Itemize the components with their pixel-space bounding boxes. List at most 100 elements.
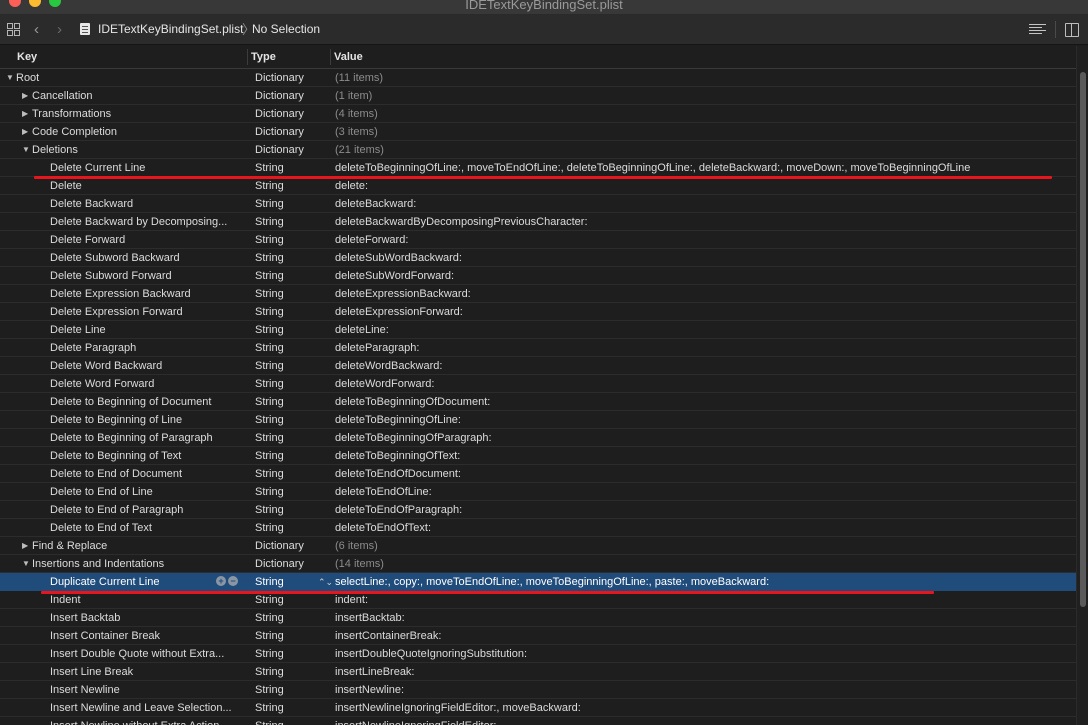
type-cell[interactable]: Dictionary (255, 87, 325, 105)
key-cell[interactable]: ▶ Transformations (22, 105, 260, 123)
table-row[interactable]: Insert Container Break String insertContai… (0, 627, 1076, 645)
table-row[interactable]: Delete to End of Document String deleteToE… (0, 465, 1076, 483)
table-row[interactable]: Delete to End of Paragraph String deleteTo… (0, 501, 1076, 519)
table-row[interactable]: ▶ Code Completion Dictionary (3 items) (0, 123, 1076, 141)
table-row[interactable]: Delete Subword Forward String deleteSubWor… (0, 267, 1076, 285)
key-cell[interactable]: Insert Newline and Leave Selection... (50, 699, 288, 717)
key-cell[interactable]: Insert Line Break (50, 663, 288, 681)
value-cell[interactable]: deleteExpressionForward: (335, 303, 1070, 321)
key-cell[interactable]: Insert Newline (50, 681, 288, 699)
table-row[interactable]: Delete Backward String deleteBackward: (0, 195, 1076, 213)
vertical-scrollbar[interactable] (1076, 46, 1088, 725)
type-cell[interactable]: String (255, 357, 325, 375)
key-cell[interactable]: Delete Backward by Decomposing... (50, 213, 288, 231)
value-cell[interactable]: insertDoubleQuoteIgnoringSubstitution: (335, 645, 1070, 663)
type-cell[interactable]: String (255, 465, 325, 483)
table-row[interactable]: Insert Double Quote without Extra... Stri… (0, 645, 1076, 663)
type-cell[interactable]: Dictionary (255, 555, 325, 573)
table-row[interactable]: ▼ Root Dictionary (11 items) (0, 69, 1076, 87)
type-cell[interactable]: Dictionary (255, 141, 325, 159)
value-cell[interactable]: deleteToEndOfLine: (335, 483, 1070, 501)
key-cell[interactable]: Delete Line (50, 321, 288, 339)
table-row[interactable]: Delete to Beginning of Document String del… (0, 393, 1076, 411)
type-cell[interactable]: Dictionary (255, 123, 325, 141)
value-cell[interactable]: deleteToBeginningOfLine: (335, 411, 1070, 429)
table-row[interactable]: Insert Newline String insertNewline: (0, 681, 1076, 699)
disclosure-collapsed-icon[interactable]: ▶ (22, 105, 32, 123)
key-cell[interactable]: Insert Container Break (50, 627, 288, 645)
key-cell[interactable]: ▼ Insertions and Indentations (22, 555, 260, 573)
value-cell[interactable]: deleteToEndOfText: (335, 519, 1070, 537)
value-cell[interactable]: insertNewlineIgnoringFieldEditor: (335, 717, 1070, 725)
value-cell[interactable]: deleteParagraph: (335, 339, 1070, 357)
value-cell[interactable]: (14 items) (335, 555, 1070, 573)
key-cell[interactable]: Delete Paragraph (50, 339, 288, 357)
value-cell[interactable]: deleteToBeginningOfText: (335, 447, 1070, 465)
back-chevron-icon[interactable]: ‹ (34, 15, 39, 44)
value-cell[interactable]: insertNewline: (335, 681, 1070, 699)
key-cell[interactable]: Delete Word Forward (50, 375, 288, 393)
key-cell[interactable]: Delete to Beginning of Paragraph (50, 429, 288, 447)
disclosure-collapsed-icon[interactable]: ▶ (22, 123, 32, 141)
scrollbar-thumb[interactable] (1080, 72, 1086, 607)
value-cell[interactable]: deleteExpressionBackward: (335, 285, 1070, 303)
column-header-type[interactable]: Type (251, 46, 276, 68)
type-cell[interactable]: String (255, 303, 325, 321)
key-cell[interactable]: Delete Subword Backward (50, 249, 288, 267)
table-row[interactable]: Delete to Beginning of Line String deleteT… (0, 411, 1076, 429)
disclosure-expanded-icon[interactable]: ▼ (22, 555, 32, 573)
value-cell[interactable]: insertBacktab: (335, 609, 1070, 627)
value-cell[interactable]: deleteToBeginningOfParagraph: (335, 429, 1070, 447)
value-cell[interactable]: insertLineBreak: (335, 663, 1070, 681)
value-cell[interactable]: deleteLine: (335, 321, 1070, 339)
key-cell[interactable]: Delete Backward (50, 195, 288, 213)
key-cell[interactable]: Delete to End of Text (50, 519, 288, 537)
forward-chevron-icon[interactable]: › (57, 15, 62, 44)
key-cell[interactable]: Delete Subword Forward (50, 267, 288, 285)
type-cell[interactable]: String (255, 501, 325, 519)
column-divider[interactable] (330, 49, 331, 65)
type-cell[interactable]: String (255, 393, 325, 411)
key-cell[interactable]: Insert Double Quote without Extra... (50, 645, 288, 663)
table-row[interactable]: Delete to Beginning of Paragraph String de… (0, 429, 1076, 447)
key-cell[interactable]: Delete (50, 177, 288, 195)
table-row[interactable]: Delete Expression Forward String deleteExp… (0, 303, 1076, 321)
key-cell[interactable]: Delete to End of Document (50, 465, 288, 483)
table-row[interactable]: Delete Line String deleteLine: (0, 321, 1076, 339)
key-cell[interactable]: Insert Backtab (50, 609, 288, 627)
type-cell[interactable]: Dictionary (255, 537, 325, 555)
type-cell[interactable]: String (255, 645, 325, 663)
type-cell[interactable]: Dictionary (255, 69, 325, 87)
type-cell[interactable]: String (255, 231, 325, 249)
value-cell[interactable]: (1 item) (335, 87, 1070, 105)
editor-options-lines-icon[interactable] (1029, 24, 1046, 35)
value-cell[interactable]: deleteSubWordForward: (335, 267, 1070, 285)
value-cell[interactable]: insertNewlineIgnoringFieldEditor:, moveB… (335, 699, 1070, 717)
key-cell[interactable]: Duplicate Current Line (50, 573, 288, 591)
breadcrumb-file[interactable]: IDETextKeyBindingSet.plist (98, 15, 243, 44)
value-cell[interactable]: delete: (335, 177, 1070, 195)
type-cell[interactable]: Dictionary (255, 105, 325, 123)
key-cell[interactable]: Delete to Beginning of Document (50, 393, 288, 411)
key-cell[interactable]: Delete Forward (50, 231, 288, 249)
type-cell[interactable]: String (255, 213, 325, 231)
key-cell[interactable]: ▶ Find & Replace (22, 537, 260, 555)
table-row[interactable]: Insert Line Break String insertLineBreak: (0, 663, 1076, 681)
type-cell[interactable]: String (255, 627, 325, 645)
table-row[interactable]: ▼ Insertions and Indentations Dictionary (1… (0, 555, 1076, 573)
value-cell[interactable]: (4 items) (335, 105, 1070, 123)
key-cell[interactable]: ▼ Root (6, 69, 244, 87)
key-cell[interactable]: ▼ Deletions (22, 141, 260, 159)
table-row[interactable]: ▶ Find & Replace Dictionary (6 items) (0, 537, 1076, 555)
value-cell[interactable]: deleteToEndOfParagraph: (335, 501, 1070, 519)
table-row[interactable]: ▶ Cancellation Dictionary (1 item) (0, 87, 1076, 105)
value-cell[interactable]: deleteWordForward: (335, 375, 1070, 393)
table-row[interactable]: Delete Paragraph String deleteParagraph: (0, 339, 1076, 357)
value-cell[interactable]: (3 items) (335, 123, 1070, 141)
table-row[interactable]: Delete Backward by Decomposing... String d… (0, 213, 1076, 231)
key-cell[interactable]: Delete Word Backward (50, 357, 288, 375)
disclosure-expanded-icon[interactable]: ▼ (6, 69, 16, 87)
key-cell[interactable]: Delete to Beginning of Text (50, 447, 288, 465)
table-row[interactable]: Duplicate Current Line + − ⌃⌄ String selectLi… (0, 573, 1076, 591)
disclosure-expanded-icon[interactable]: ▼ (22, 141, 32, 159)
